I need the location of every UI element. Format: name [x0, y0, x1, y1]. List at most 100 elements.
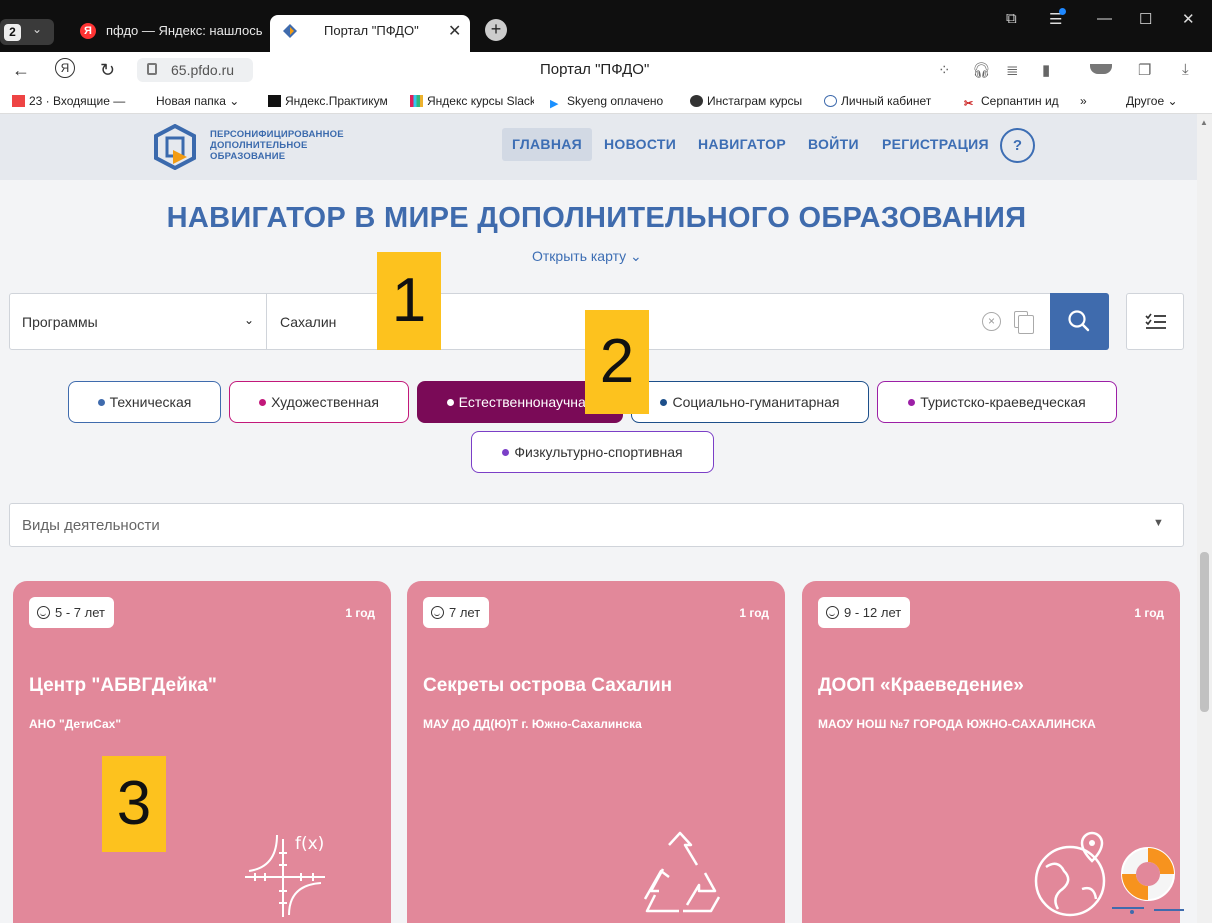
page-scrollbar[interactable]: ▲	[1197, 114, 1212, 923]
maximize-icon[interactable]: ☐	[1139, 10, 1152, 28]
card-title: Центр "АБВГДейка"	[29, 675, 217, 696]
chip-label: Социально-гуманитарная	[672, 394, 840, 410]
instagram-icon	[690, 95, 703, 107]
menu-icon[interactable]: ☰	[1049, 8, 1066, 28]
collections-icon[interactable]: ❐	[1138, 61, 1151, 79]
activity-select[interactable]: Виды деятельности ▼	[9, 503, 1184, 547]
tab-count-button[interactable]: 2 ⌄	[0, 19, 54, 45]
url-text: 65.pfdo.ru	[171, 62, 235, 78]
age-badge: 5 - 7 лет	[29, 597, 114, 628]
age-text: 7 лет	[449, 605, 481, 620]
menu-news[interactable]: НОВОСТИ	[594, 128, 686, 161]
bookmark-label: Skyeng оплачено	[567, 94, 664, 108]
search-type-select[interactable]: Программы ⌄	[10, 294, 267, 349]
scroll-up-icon[interactable]: ▲	[1200, 118, 1208, 127]
marker-3: 3	[102, 756, 166, 852]
pfdo-logo-icon[interactable]	[153, 124, 197, 170]
copy-icon[interactable]	[1014, 311, 1034, 334]
search-bar: Программы ⌄ ×	[9, 293, 1109, 350]
chip-sport[interactable]: Физкультурно-спортивная	[471, 431, 714, 473]
back-icon[interactable]: ←	[12, 60, 30, 81]
card-org: АНО "ДетиСах"	[29, 717, 122, 731]
logo-line: ПЕРСОНИФИЦИРОВАННОЕ	[210, 129, 344, 140]
lifebuoy-icon[interactable]	[1108, 838, 1186, 918]
address-bar: ← Я ↻ 65.pfdo.ru Портал "ПФДО" ⁘ 🎧︎ ≣ ▮ …	[0, 52, 1212, 89]
bookmark-cabinet[interactable]: Личный кабинет	[824, 94, 948, 108]
dot-icon	[97, 399, 105, 406]
age-badge: 7 лет	[423, 597, 490, 628]
menu-home[interactable]: ГЛАВНАЯ	[502, 128, 593, 161]
browser-tab-yandex[interactable]: Я пфдо — Яндекс: нашлось	[70, 15, 270, 52]
bookmark-label: Новая папка	[156, 94, 226, 108]
smile-icon	[431, 606, 444, 619]
close-icon[interactable]: ✕	[448, 21, 461, 41]
menu-login[interactable]: ВОЙТИ	[798, 128, 869, 161]
bookmark-label: Яндекс курсы Slack	[427, 94, 534, 108]
chevron-down-icon: ⌄	[630, 248, 642, 264]
menu-register[interactable]: РЕГИСТРАЦИЯ	[872, 128, 999, 161]
function-graph-icon: f(x)	[245, 834, 325, 917]
bookmark-other[interactable]: Другое ⌄	[1126, 94, 1178, 108]
clear-icon[interactable]: ×	[982, 312, 1001, 331]
serpantin-icon: ✂	[964, 98, 974, 109]
chip-technical[interactable]: Техническая	[68, 381, 221, 423]
open-map-label: Открыть карту	[532, 248, 627, 264]
browser-tab-pfdo[interactable]: Портал "ПФДО" ✕	[270, 15, 470, 52]
menu-navigator[interactable]: НАВИГАТОР	[688, 128, 796, 161]
browser-tab-bar: 2 ⌄ Я пфдо — Яндекс: нашлось Портал "ПФД…	[0, 0, 1212, 52]
new-tab-button[interactable]: +	[485, 19, 507, 41]
tabs-manager-icon[interactable]: ⧉	[1006, 10, 1017, 27]
yandex-home-icon[interactable]: Я	[55, 58, 75, 78]
reader-icon[interactable]: ≣	[1006, 61, 1019, 79]
program-card[interactable]: 5 - 7 лет 1 год Центр "АБВГДейка" АНО "Д…	[13, 581, 391, 923]
url-field[interactable]: 65.pfdo.ru	[137, 58, 253, 82]
chip-label: Техническая	[109, 394, 192, 410]
chip-tourism[interactable]: Туристско-краеведческая	[877, 381, 1117, 423]
bookmark-label: 23 · Входящие —	[29, 94, 126, 108]
duration-label: 1 год	[739, 606, 769, 620]
tab-label: пфдо — Яндекс: нашлось	[106, 23, 263, 38]
lock-icon	[147, 63, 157, 75]
emblem-icon	[824, 95, 837, 107]
chevron-down-icon: ⌄	[32, 22, 43, 36]
bookmark-inbox[interactable]: 23 · Входящие —	[12, 94, 138, 108]
download-icon[interactable]: ⤓	[1182, 61, 1189, 78]
slack-icon	[410, 95, 423, 107]
search-icon	[1068, 310, 1090, 332]
bookmark-serpantin[interactable]: ✂ Серпантин ид	[964, 94, 1072, 109]
smile-icon	[37, 606, 50, 619]
reload-icon[interactable]: ↻	[100, 60, 115, 81]
scrollbar-thumb[interactable]	[1200, 552, 1209, 712]
card-org: МАОУ НОШ №7 ГОРОДА ЮЖНО-САХАЛИНСКА	[818, 717, 1096, 731]
headphones-icon[interactable]: 🎧︎	[972, 61, 991, 79]
chip-art[interactable]: Художественная	[229, 381, 409, 423]
list-view-button[interactable]	[1126, 293, 1184, 350]
search-button[interactable]	[1050, 293, 1109, 350]
chip-social[interactable]: Социально-гуманитарная	[631, 381, 869, 423]
open-map-link[interactable]: Открыть карту ⌄	[532, 248, 642, 265]
bookmarks-bar: 23 · Входящие — Новая папка ⌄ Яндекс.Пра…	[0, 89, 1212, 114]
page-title: Портал "ПФДО"	[540, 61, 650, 78]
chevron-down-icon: ⌄	[244, 313, 255, 327]
minimize-icon[interactable]: —	[1097, 10, 1112, 27]
protect-icon[interactable]	[1090, 64, 1112, 74]
bookmark-slack[interactable]: Яндекс курсы Slack	[410, 94, 534, 108]
bookmark-instagram[interactable]: Инстаграм курсы	[690, 94, 812, 108]
age-text: 9 - 12 лет	[844, 605, 902, 620]
age-text: 5 - 7 лет	[55, 605, 105, 620]
practicum-icon	[268, 95, 281, 107]
bookmark-practicum[interactable]: Яндекс.Практикум	[268, 94, 394, 108]
bookmark-label: Яндекс.Практикум	[285, 94, 388, 108]
logo-line: ОБРАЗОВАНИЕ	[210, 151, 286, 162]
page-content: ПЕРСОНИФИЦИРОВАННОЕ ДОПОЛНИТЕЛЬНОЕ ОБРАЗ…	[0, 114, 1197, 923]
bookmarks-more[interactable]: »	[1080, 94, 1087, 108]
help-button[interactable]: ?	[1000, 128, 1035, 163]
bookmark-skyeng[interactable]: ▶ Skyeng оплачено	[550, 94, 674, 109]
extensions-icon[interactable]: ⁘	[938, 61, 951, 79]
caret-down-icon: ▼	[1153, 517, 1164, 529]
program-card[interactable]: 7 лет 1 год Секреты острова Сахалин МАУ …	[407, 581, 785, 923]
window-close-icon[interactable]: ✕	[1182, 10, 1195, 28]
search-type-value: Программы	[22, 314, 98, 330]
bookmark-icon[interactable]: ▮	[1042, 61, 1050, 79]
bookmark-folder[interactable]: Новая папка ⌄	[156, 94, 256, 108]
